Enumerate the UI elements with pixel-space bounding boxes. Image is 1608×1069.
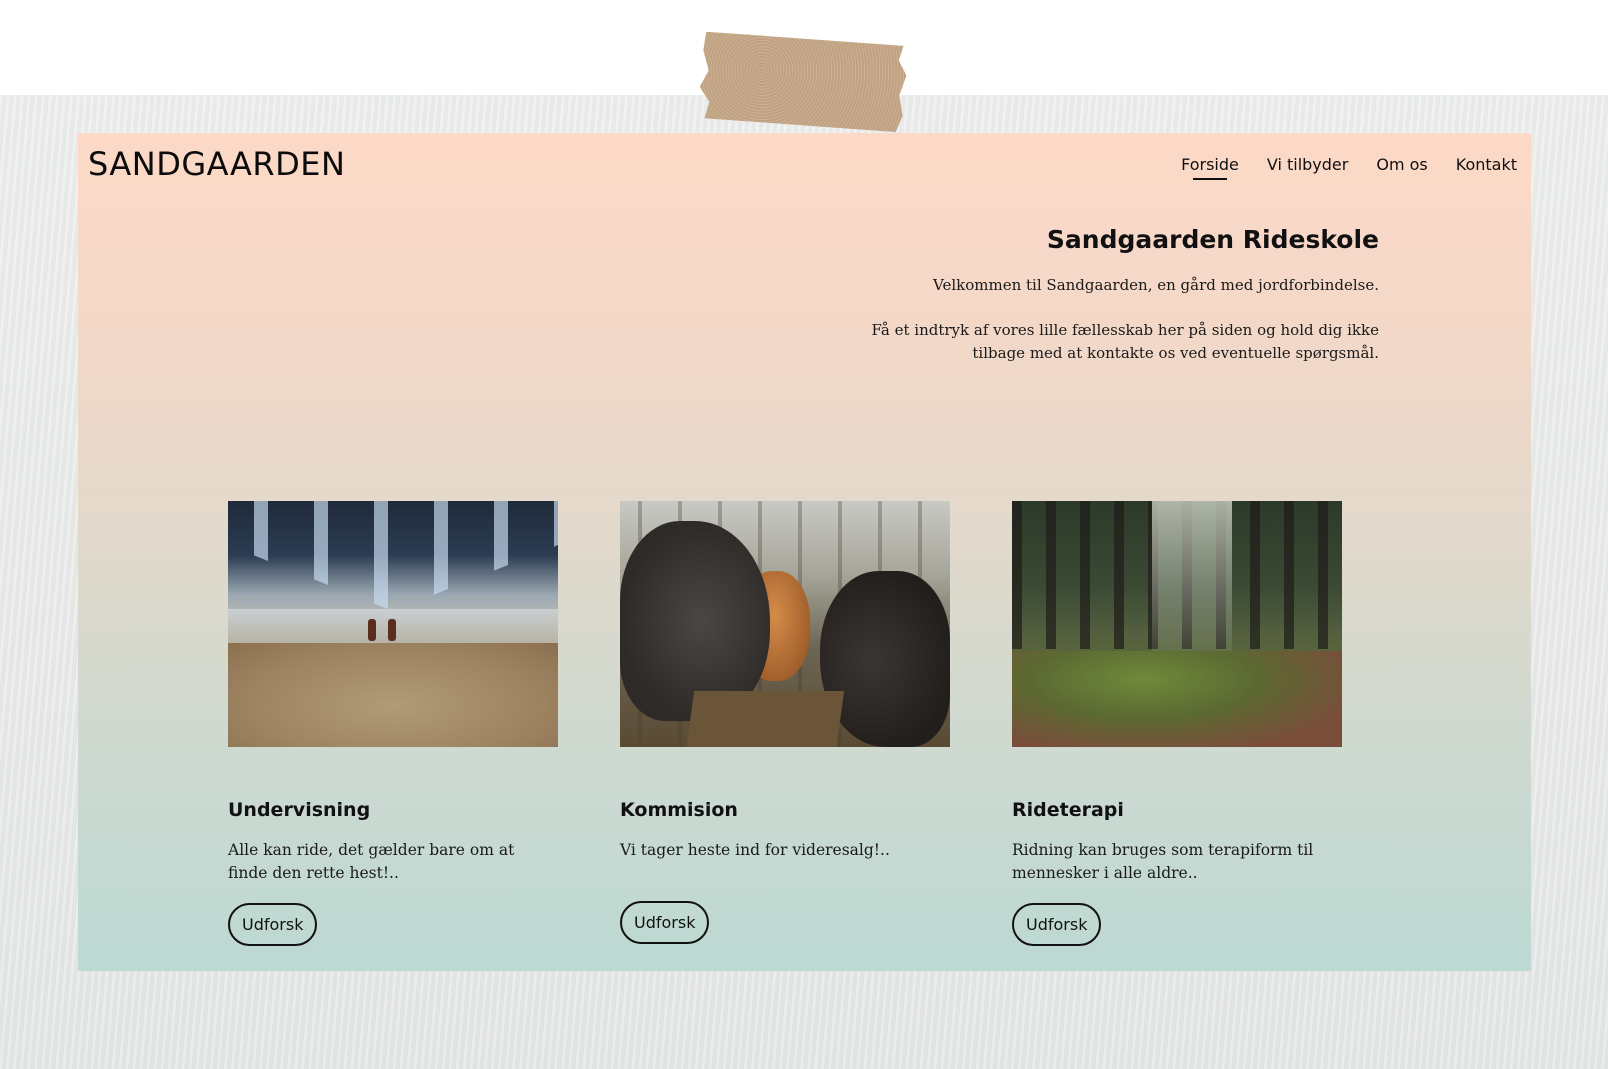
card-rideterapi: Rideterapi Ridning kan bruges som terapi…	[1012, 501, 1342, 946]
hero-welcome-text: Velkommen til Sandgaarden, en gård med j…	[933, 276, 1379, 294]
card-kommision: Kommision Vi tager heste ind for videres…	[620, 501, 950, 944]
card-undervisning: Undervisning Alle kan ride, det gælder b…	[228, 501, 558, 946]
card-text: Alle kan ride, det gælder bare om at fin…	[228, 841, 515, 882]
website-canvas: SANDGAARDEN Forside Vi tilbyder Om os Ko…	[78, 133, 1531, 971]
nav-item-om-os[interactable]: Om os	[1376, 155, 1427, 180]
card-title: Kommision	[620, 799, 738, 821]
nav-item-vi-tilbyder[interactable]: Vi tilbyder	[1267, 155, 1349, 180]
tape-decoration	[698, 32, 908, 133]
site-logo[interactable]: SANDGAARDEN	[88, 145, 345, 183]
forest-path-image	[1012, 501, 1342, 747]
hero-intro-text: Få et indtryk af vores lille fællesskab …	[871, 321, 1379, 362]
explore-button[interactable]: Udforsk	[620, 901, 710, 944]
explore-button[interactable]: Udforsk	[1012, 903, 1102, 946]
nav-item-kontakt[interactable]: Kontakt	[1456, 155, 1517, 180]
horses-image	[620, 501, 950, 747]
main-nav: Forside Vi tilbyder Om os Kontakt	[1181, 155, 1517, 180]
nav-item-forside[interactable]: Forside	[1181, 155, 1239, 180]
card-title: Undervisning	[228, 799, 371, 821]
offer-cards: Undervisning Alle kan ride, det gælder b…	[228, 501, 1368, 951]
card-text: Vi tager heste ind for videresalg!..	[620, 841, 890, 859]
card-text: Ridning kan bruges som terapiform til me…	[1012, 841, 1314, 882]
explore-button[interactable]: Udforsk	[228, 903, 318, 946]
hero-section: Sandgaarden Rideskole Velkommen til Sand…	[819, 225, 1379, 387]
card-title: Rideterapi	[1012, 799, 1124, 821]
hero-title: Sandgaarden Rideskole	[1046, 225, 1379, 254]
riding-hall-image	[228, 501, 558, 747]
